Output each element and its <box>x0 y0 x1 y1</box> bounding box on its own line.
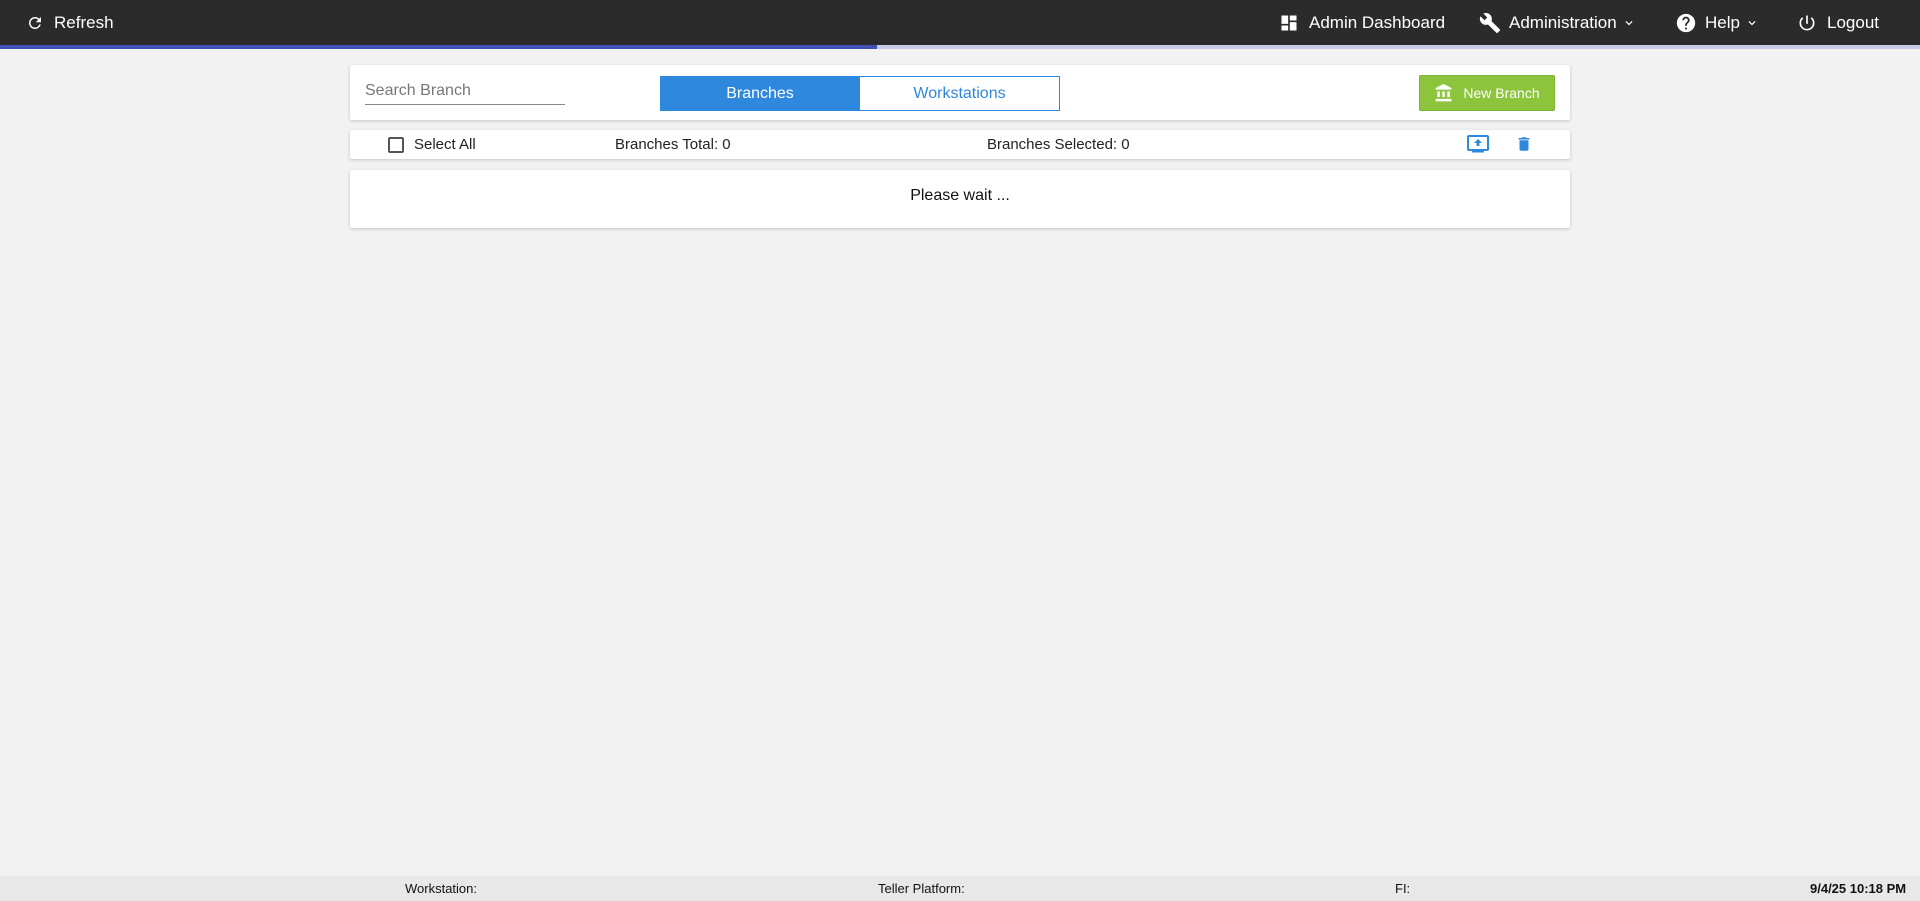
tab-workstations[interactable]: Workstations <box>860 76 1060 111</box>
branches-total: Branches Total: 0 <box>615 136 731 153</box>
branches-selected: Branches Selected: 0 <box>987 136 1130 153</box>
select-all-control[interactable]: Select All <box>388 136 476 153</box>
footer-fi: FI: <box>1395 881 1411 896</box>
select-all-checkbox[interactable] <box>388 136 404 153</box>
loading-message: Please wait ... <box>910 187 1010 204</box>
dashboard-icon <box>1281 15 1297 30</box>
refresh-label: Refresh <box>54 12 114 32</box>
wrench-icon <box>1479 12 1501 33</box>
help-label: Help <box>1705 12 1740 32</box>
administration-menu[interactable]: Administration <box>1479 0 1636 45</box>
refresh-button[interactable]: Refresh <box>26 0 114 45</box>
footer-workstation: Workstation: <box>405 881 478 896</box>
view-toggle: Branches Workstations <box>660 76 1060 111</box>
new-branch-label: New Branch <box>1463 85 1540 101</box>
bank-icon <box>1436 83 1452 102</box>
admin-dashboard-label: Admin Dashboard <box>1309 12 1446 32</box>
search-branch-input[interactable] <box>365 78 565 104</box>
branch-toolbar: Branches Workstations New Branch <box>350 65 1570 120</box>
delete-button[interactable] <box>1512 133 1536 155</box>
help-menu[interactable]: Help <box>1675 0 1759 45</box>
trash-icon <box>1518 137 1530 151</box>
logout-label: Logout <box>1827 12 1879 32</box>
admin-dashboard-link[interactable]: Admin Dashboard <box>1279 0 1445 45</box>
branch-list-panel: Please wait ... <box>350 170 1570 228</box>
chevron-down-icon <box>1625 20 1633 25</box>
power-icon <box>1799 15 1815 30</box>
administration-label: Administration <box>1509 12 1617 32</box>
branch-stats-bar: Select All Branches Total: 0 Branches Se… <box>350 130 1570 159</box>
status-footer: Workstation: Teller Platform: FI: 9/4/25… <box>0 876 1920 901</box>
select-all-label: Select All <box>414 136 476 153</box>
loading-progress-fill <box>0 45 878 49</box>
logout-button[interactable]: Logout <box>1797 0 1879 45</box>
footer-datetime: 9/4/25 10:18 PM <box>1810 881 1907 896</box>
loading-progress-bar <box>0 45 1920 49</box>
upload-button[interactable] <box>1466 133 1490 155</box>
top-navigation-bar: Refresh Admin Dashboard Administration H… <box>0 0 1920 45</box>
search-field-wrapper <box>365 78 565 105</box>
help-circle-icon <box>1676 13 1696 32</box>
upload-icon <box>1467 135 1489 153</box>
chevron-down-icon <box>1748 20 1756 25</box>
refresh-icon <box>28 16 41 29</box>
new-branch-button[interactable]: New Branch <box>1419 75 1555 111</box>
footer-teller-platform: Teller Platform: <box>878 881 965 896</box>
tab-branches[interactable]: Branches <box>660 76 860 111</box>
